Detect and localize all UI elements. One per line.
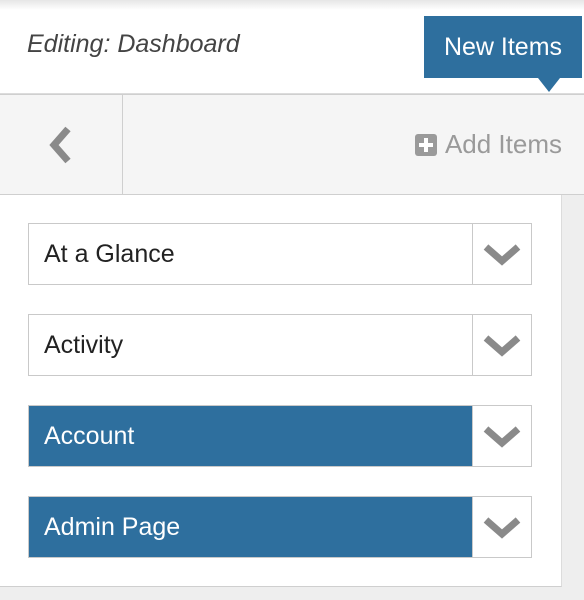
chevron-down-icon bbox=[483, 517, 521, 539]
panel-scroll-gutter bbox=[562, 195, 584, 600]
menu-item-label[interactable]: Account bbox=[29, 406, 472, 466]
menu-item-toggle[interactable] bbox=[472, 497, 531, 557]
editing-title: Editing: Dashboard bbox=[27, 30, 240, 58]
menu-item-label[interactable]: Activity bbox=[29, 315, 472, 375]
new-items-tooltip: New Items bbox=[424, 16, 582, 78]
add-items-button[interactable]: Add Items bbox=[414, 95, 562, 194]
menu-item-account: Account bbox=[28, 405, 532, 467]
plus-square-icon bbox=[414, 133, 437, 156]
back-button[interactable] bbox=[0, 95, 123, 194]
chevron-down-icon bbox=[483, 426, 521, 448]
chevron-down-icon bbox=[483, 335, 521, 357]
add-items-label: Add Items bbox=[444, 129, 562, 159]
menu-item-toggle[interactable] bbox=[472, 224, 531, 284]
menu-item-at-a-glance: At a Glance bbox=[28, 223, 532, 285]
header-shade bbox=[0, 0, 584, 10]
menu-item-admin-page: Admin Page bbox=[28, 496, 532, 558]
menu-item-activity: Activity bbox=[28, 314, 532, 376]
toolbar: Add Items bbox=[0, 94, 584, 195]
menu-item-label[interactable]: Admin Page bbox=[29, 497, 472, 557]
chevron-down-icon bbox=[483, 244, 521, 266]
menu-item-toggle[interactable] bbox=[472, 406, 531, 466]
menu-items-panel: At a Glance Activity Account Admin Page bbox=[0, 195, 562, 587]
tooltip-arrow bbox=[538, 78, 560, 92]
menu-item-toggle[interactable] bbox=[472, 315, 531, 375]
chevron-left-icon bbox=[49, 126, 71, 163]
menu-item-label[interactable]: At a Glance bbox=[29, 224, 472, 284]
